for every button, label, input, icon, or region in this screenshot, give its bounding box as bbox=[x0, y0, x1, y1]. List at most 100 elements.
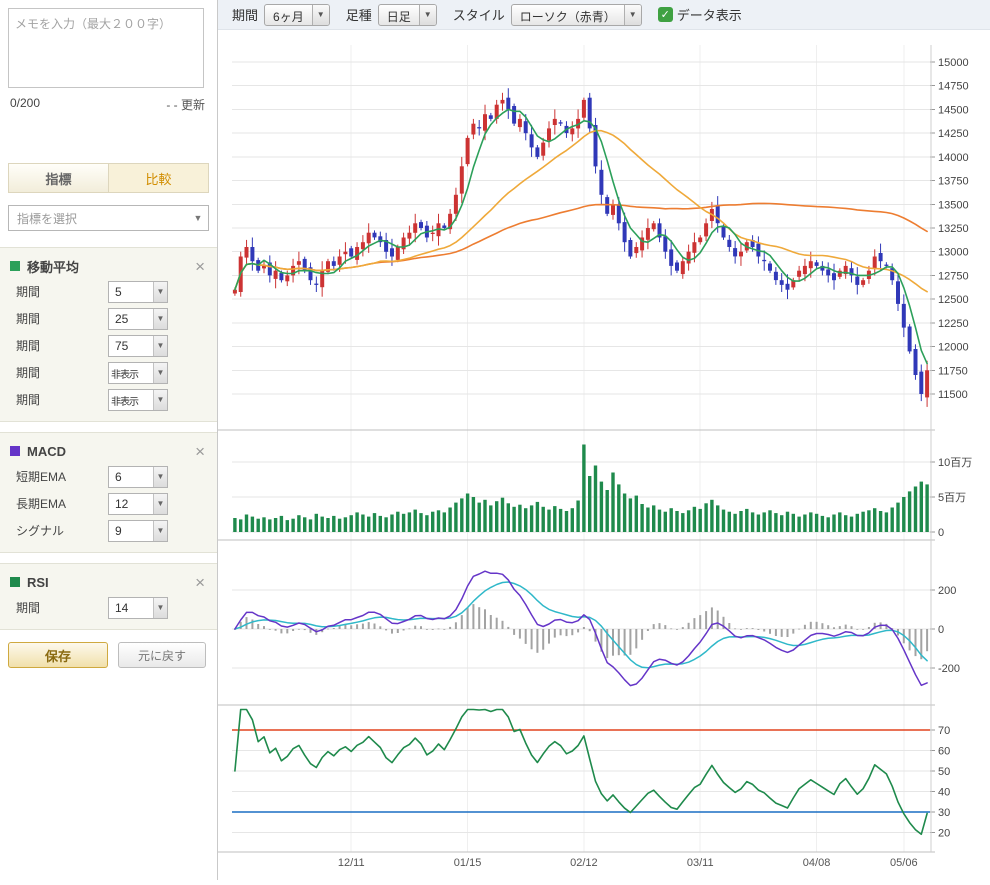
indicator-name: RSI bbox=[27, 575, 191, 590]
indicator-param-row: 短期EMA6▼ bbox=[10, 463, 209, 490]
param-select[interactable]: 75▼ bbox=[108, 335, 168, 357]
bartype-label: 足種 bbox=[346, 5, 372, 24]
svg-text:200: 200 bbox=[938, 585, 956, 597]
param-label: 期間 bbox=[10, 599, 108, 616]
param-label: 期間 bbox=[10, 364, 108, 381]
svg-text:5百万: 5百万 bbox=[938, 492, 966, 504]
moving-average-lines bbox=[235, 109, 927, 363]
sidebar-tabs: 指標 比較 bbox=[8, 163, 209, 193]
svg-text:15000: 15000 bbox=[938, 57, 969, 69]
chevron-down-icon: ▼ bbox=[153, 494, 167, 514]
svg-text:12750: 12750 bbox=[938, 270, 969, 282]
period-dropdown[interactable]: 6ヶ月 ▼ bbox=[264, 4, 330, 26]
svg-text:11750: 11750 bbox=[938, 365, 968, 377]
param-label: 期間 bbox=[10, 283, 108, 300]
svg-text:11500: 11500 bbox=[938, 389, 968, 401]
svg-text:0: 0 bbox=[938, 624, 944, 636]
param-label: 長期EMA bbox=[10, 495, 108, 512]
indicator-param-row: 期間非表示▼ bbox=[10, 359, 209, 386]
param-select[interactable]: 9▼ bbox=[108, 520, 168, 542]
volume-bars bbox=[233, 445, 929, 533]
candlestick-series bbox=[233, 88, 929, 407]
chevron-down-icon: ▼ bbox=[153, 282, 167, 302]
indicator-param-row: 期間25▼ bbox=[10, 305, 209, 332]
memo-update-button[interactable]: - - 更新 bbox=[166, 96, 205, 113]
svg-text:40: 40 bbox=[938, 787, 950, 799]
stock-chart[interactable]: 1500014750145001425014000137501350013250… bbox=[218, 30, 990, 880]
chart-area: 1500014750145001425014000137501350013250… bbox=[218, 30, 990, 880]
style-label: スタイル bbox=[453, 5, 505, 24]
chart-toolbar: 期間 6ヶ月 ▼ 足種 日足 ▼ スタイル ローソク（赤青） ▼ ✓ データ表示 bbox=[218, 0, 990, 30]
indicator-param-row: 期間14▼ bbox=[10, 594, 209, 621]
chevron-down-icon: ▼ bbox=[153, 598, 167, 618]
svg-text:14250: 14250 bbox=[938, 128, 969, 140]
chevron-down-icon: ▼ bbox=[153, 336, 167, 356]
indicator-select[interactable]: 指標を選択 ▼ bbox=[8, 205, 209, 231]
memo-input[interactable] bbox=[8, 8, 204, 88]
svg-text:02/12: 02/12 bbox=[570, 857, 598, 869]
bartype-dropdown[interactable]: 日足 ▼ bbox=[378, 4, 437, 26]
indicator-param-row: 期間75▼ bbox=[10, 332, 209, 359]
param-label: 期間 bbox=[10, 310, 108, 327]
memo-meta-row: 0/200 - - 更新 bbox=[10, 96, 205, 113]
indicator-name: 移動平均 bbox=[27, 257, 191, 276]
rsi-panel bbox=[232, 710, 930, 835]
svg-text:60: 60 bbox=[938, 746, 950, 758]
indicator-group: 移動平均×期間5▼期間25▼期間75▼期間非表示▼期間非表示▼ bbox=[0, 247, 217, 422]
param-select[interactable]: 12▼ bbox=[108, 493, 168, 515]
param-select[interactable]: 非表示▼ bbox=[108, 362, 168, 384]
svg-text:04/08: 04/08 bbox=[803, 857, 831, 869]
chevron-down-icon: ▼ bbox=[624, 5, 641, 25]
svg-text:01/15: 01/15 bbox=[454, 857, 482, 869]
svg-text:0: 0 bbox=[938, 527, 944, 539]
memo-char-counter: 0/200 bbox=[10, 96, 40, 113]
date-axis-labels: 12/11 01/15 02/12 03/11 04/08 05/06 bbox=[338, 857, 918, 869]
param-select[interactable]: 6▼ bbox=[108, 466, 168, 488]
sidebar: 0/200 - - 更新 指標 比較 指標を選択 ▼ 移動平均×期間5▼期間25… bbox=[0, 0, 218, 880]
bartype-value: 日足 bbox=[379, 5, 419, 25]
svg-text:12/11: 12/11 bbox=[338, 857, 365, 869]
indicator-name: MACD bbox=[27, 444, 191, 459]
tab-indicators[interactable]: 指標 bbox=[9, 164, 108, 192]
svg-text:50: 50 bbox=[938, 766, 950, 778]
indicator-group: RSI× 期間14▼ bbox=[0, 563, 217, 630]
remove-indicator-icon[interactable]: × bbox=[191, 258, 209, 275]
param-select[interactable]: 非表示▼ bbox=[108, 389, 168, 411]
chevron-down-icon: ▼ bbox=[153, 467, 167, 487]
data-display-checkbox[interactable]: ✓ bbox=[658, 7, 673, 22]
svg-text:13000: 13000 bbox=[938, 247, 969, 259]
svg-text:12250: 12250 bbox=[938, 318, 969, 330]
period-label: 期間 bbox=[232, 5, 258, 24]
svg-text:03/11: 03/11 bbox=[687, 857, 714, 869]
param-label: 期間 bbox=[10, 391, 108, 408]
style-dropdown[interactable]: ローソク（赤青） ▼ bbox=[511, 4, 642, 26]
style-value: ローソク（赤青） bbox=[512, 5, 624, 25]
indicator-groups: 移動平均×期間5▼期間25▼期間75▼期間非表示▼期間非表示▼MACD×短期EM… bbox=[0, 247, 217, 630]
indicator-group: MACD×短期EMA6▼長期EMA12▼シグナル9▼ bbox=[0, 432, 217, 553]
chevron-down-icon: ▼ bbox=[153, 309, 167, 329]
reset-button[interactable]: 元に戻す bbox=[118, 642, 206, 668]
svg-text:70: 70 bbox=[938, 725, 950, 737]
chevron-down-icon: ▼ bbox=[153, 390, 167, 410]
save-button[interactable]: 保存 bbox=[8, 642, 108, 668]
indicator-color-swatch bbox=[10, 261, 20, 271]
svg-text:30: 30 bbox=[938, 807, 950, 819]
param-label: 短期EMA bbox=[10, 468, 108, 485]
svg-text:12500: 12500 bbox=[938, 294, 969, 306]
chevron-down-icon: ▼ bbox=[312, 5, 329, 25]
chevron-down-icon: ▼ bbox=[188, 213, 208, 223]
param-select[interactable]: 5▼ bbox=[108, 281, 168, 303]
param-select[interactable]: 25▼ bbox=[108, 308, 168, 330]
param-select[interactable]: 14▼ bbox=[108, 597, 168, 619]
svg-text:13500: 13500 bbox=[938, 199, 969, 211]
chevron-down-icon: ▼ bbox=[153, 521, 167, 541]
chevron-down-icon: ▼ bbox=[419, 5, 436, 25]
sidebar-actions: 保存 元に戻す bbox=[8, 642, 209, 668]
indicator-param-row: 期間5▼ bbox=[10, 278, 209, 305]
remove-indicator-icon[interactable]: × bbox=[191, 574, 209, 591]
svg-text:13750: 13750 bbox=[938, 176, 969, 188]
tab-compare[interactable]: 比較 bbox=[108, 164, 208, 192]
svg-text:05/06: 05/06 bbox=[890, 857, 918, 869]
remove-indicator-icon[interactable]: × bbox=[191, 443, 209, 460]
param-label: 期間 bbox=[10, 337, 108, 354]
